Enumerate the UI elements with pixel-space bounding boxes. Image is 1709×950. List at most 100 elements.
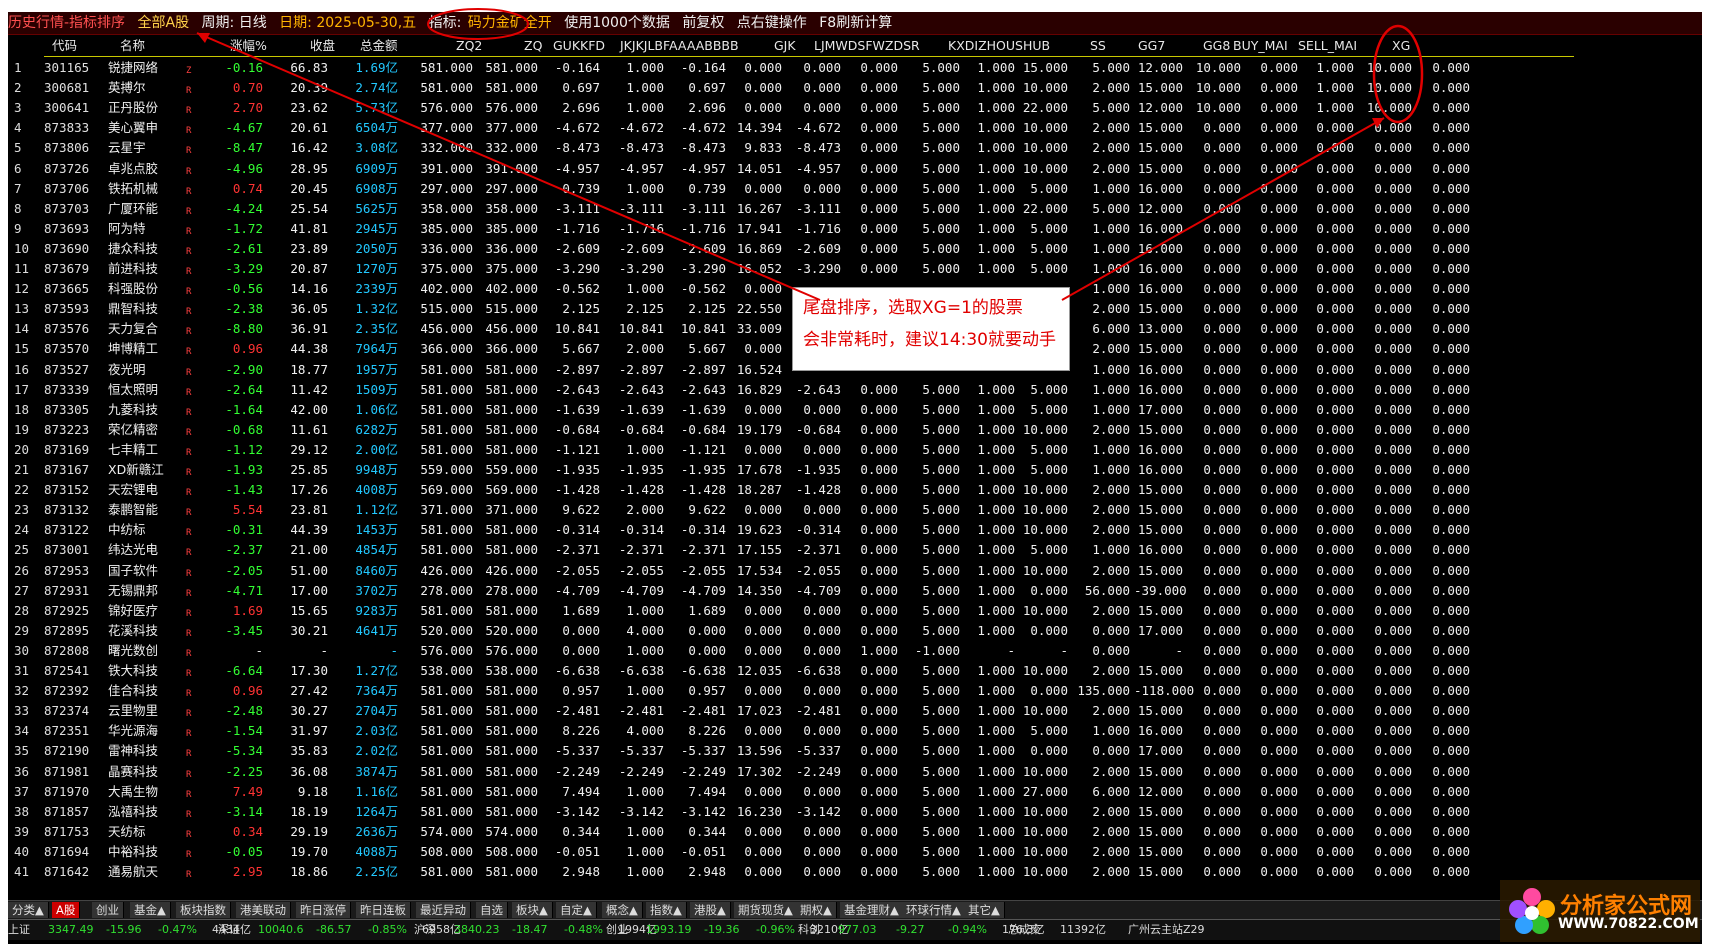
indicator-value: 2.000 <box>1092 120 1130 136</box>
indicator-value <box>1476 561 1528 581</box>
table-row[interactable]: 30 872808 曙光数创 R - - -576.000 576.000 0.000 1.000… <box>8 641 1568 661</box>
market-tab[interactable]: 昨日连板 <box>356 902 411 918</box>
table-row[interactable]: 32 872392 佳合科技 R 0.96 27.42 7364万 581.000 581.00… <box>8 681 1568 701</box>
table-row[interactable]: 33 872374 云里物里 R -2.48 30.27 2704万 581.000 581.0… <box>8 701 1568 721</box>
column-header[interactable]: 名称 <box>120 36 145 56</box>
column-header[interactable]: GG7 <box>1138 36 1165 56</box>
row-index: 3 <box>14 100 22 116</box>
market-tab[interactable]: 期权▲ <box>796 902 837 918</box>
table-row[interactable]: 35 872190 雷神科技 R -5.34 35.83 2.02亿 581.000 581.0… <box>8 741 1568 761</box>
column-header[interactable]: SS <box>1090 36 1106 56</box>
table-row[interactable]: 9 873693 阿为特 R -1.72 41.81 2945万 385.000 385.000… <box>8 219 1568 239</box>
table-row[interactable]: 31 872541 铁大科技 R -6.64 17.30 1.27亿 538.000 538.0… <box>8 661 1568 681</box>
table-row[interactable]: 34 872351 华光源海 R -1.54 31.97 2.03亿 581.000 581.0… <box>8 721 1568 741</box>
market-tab[interactable]: 其它▲ <box>964 902 1005 918</box>
table-row[interactable]: 1 301165 锐捷网络 Z -0.16 66.83 1.69亿 581.000 581.00… <box>8 58 1568 78</box>
market-tab[interactable]: 基金▲ <box>130 902 171 918</box>
column-header[interactable]: GUKKFD <box>553 36 605 56</box>
table-row[interactable]: 11 873679 前进科技 R -3.29 20.87 1270万 375.000 375.0… <box>8 259 1568 279</box>
indicator-value: 0.000 <box>1432 562 1470 578</box>
market-tab[interactable]: 分类▲ <box>8 902 49 918</box>
market-tab[interactable]: 板块▲ <box>512 902 553 918</box>
table-row[interactable]: 14 873576 天力复合 R -8.80 36.91 2.35亿 456.000 456.0… <box>8 319 1568 339</box>
market-tab[interactable]: 创业 <box>92 902 124 918</box>
table-row[interactable]: 20 873169 七丰精工 R -1.12 29.12 2.00亿 581.000 581.0… <box>8 440 1568 460</box>
table-row[interactable]: 8 873703 广厦环能 R -4.24 25.54 5625万 358.000 358.00… <box>8 199 1568 219</box>
column-header[interactable]: GJK <box>774 36 796 56</box>
table-row[interactable]: 29 872895 花溪科技 R -3.45 30.21 4641万 520.000 520.0… <box>8 621 1568 641</box>
indicator-value: 0.000 <box>1260 140 1298 156</box>
column-header[interactable]: GG8 <box>1203 36 1230 56</box>
stock-name: 九菱科技 <box>108 401 159 417</box>
table-row[interactable]: 18 873305 九菱科技 R -1.64 42.00 1.06亿 581.000 581.0… <box>8 400 1568 420</box>
market-tab[interactable]: 港股▲ <box>690 902 731 918</box>
market-tab[interactable]: 港美联动 <box>236 902 291 918</box>
table-row[interactable]: 10 873690 捷众科技 R -2.61 23.89 2050万 336.000 336.0… <box>8 239 1568 259</box>
table-row[interactable]: 27 872931 无锡鼎邦 R -4.71 17.00 3702万 278.000 278.0… <box>8 581 1568 601</box>
market-tab[interactable]: 昨日涨停 <box>296 902 351 918</box>
column-header[interactable]: 总金额 <box>360 36 398 56</box>
column-header[interactable]: ZQ2 <box>456 36 482 56</box>
table-row[interactable]: 25 873001 纬达光电 R -2.37 21.00 4854万 581.000 581.0… <box>8 540 1568 560</box>
market-tab[interactable]: 期货现货▲ <box>734 902 798 918</box>
total-amount: 6909万 <box>355 160 398 176</box>
table-row[interactable]: 24 873122 中纺标 R -0.31 44.39 1453万 581.000 581.00… <box>8 520 1568 540</box>
table-row[interactable]: 7 873706 铁拓机械 R 0.74 20.45 6908万 297.000 297.000… <box>8 179 1568 199</box>
column-header[interactable]: BUY_MAI <box>1233 36 1288 56</box>
total-amount: 9283万 <box>355 602 398 618</box>
table-row[interactable]: 16 873527 夜光明 R -2.90 18.77 1957万 581.000 581.00… <box>8 360 1568 380</box>
market-tab[interactable]: 自定▲ <box>556 902 597 918</box>
table-row[interactable]: 22 873152 天宏锂电 R -1.43 17.26 4008万 569.000 569.0… <box>8 480 1568 500</box>
column-header[interactable]: ZQ <box>524 36 542 56</box>
adjust-mode[interactable]: 前复权 <box>682 15 724 31</box>
table-row[interactable]: 17 873339 恒太照明 R -2.64 11.42 1509万 581.000 581.0… <box>8 380 1568 400</box>
table-row[interactable]: 36 871981 晶赛科技 R -2.25 36.08 3874万 581.000 581.0… <box>8 762 1568 782</box>
table-row[interactable]: 4 873833 美心翼申 R -4.67 20.61 6504万 377.000 377.00… <box>8 118 1568 138</box>
column-header[interactable]: XG <box>1392 36 1410 56</box>
market-tab[interactable]: 自选 <box>476 902 508 918</box>
table-row[interactable]: 23 873132 泰鹏智能 R 5.54 23.81 1.12亿 371.000 371.00… <box>8 500 1568 520</box>
table-row[interactable]: 2 300681 英搏尔 R 0.70 20.39 2.74亿 581.000 581.000 0… <box>8 78 1568 98</box>
table-row[interactable]: 40 871694 中裕科技 R -0.05 19.70 4088万 508.000 508.0… <box>8 842 1568 862</box>
market-tab[interactable]: 板块指数 <box>176 902 231 918</box>
table-row[interactable]: 12 873665 科强股份 R -0.56 14.16 2339万 402.000 402.0… <box>8 279 1568 299</box>
market-selector[interactable]: 全部A股 <box>138 15 190 31</box>
column-header[interactable]: 涨幅% <box>230 36 267 56</box>
table-row[interactable]: 19 873223 荣亿精密 R -0.68 11.61 6282万 581.000 581.0… <box>8 420 1568 440</box>
column-header[interactable]: 收盘 <box>310 36 335 56</box>
market-tab[interactable]: 概念▲ <box>602 902 643 918</box>
table-row[interactable]: 15 873570 坤博精工 R 0.96 44.38 7964万 366.000 366.00… <box>8 339 1568 359</box>
market-tab[interactable]: 环球行情▲ <box>902 902 966 918</box>
indicator-value: 16.829 <box>736 381 782 397</box>
column-header[interactable]: KXDIZHOUSHUB <box>948 36 1050 56</box>
market-tab[interactable]: 最近异动 <box>416 902 471 918</box>
indicator-value: 0.000 <box>803 401 841 417</box>
indicator-value: 5.000 <box>922 421 960 437</box>
date-label[interactable]: 日期: 2025-05-30,五 <box>279 15 416 31</box>
indicator-value: 0.000 <box>1316 381 1354 397</box>
status-pct: -0.96% <box>756 923 795 936</box>
indicator-value: 2.000 <box>1092 301 1130 317</box>
table-row[interactable]: 38 871857 泓禧科技 R -3.14 18.19 1264万 581.000 581.0… <box>8 802 1568 822</box>
column-header[interactable]: JKJKJLBFAAAABBBB <box>620 36 739 56</box>
table-row[interactable]: 26 872953 国子软件 R -2.05 51.00 8460万 426.000 426.0… <box>8 561 1568 581</box>
close-price: 66.83 <box>290 60 328 75</box>
market-tab[interactable]: 基金理财▲ <box>840 902 904 918</box>
column-header[interactable]: SELL_MAI <box>1298 36 1357 56</box>
table-row[interactable]: 21 873167 XD新赣江 R -1.93 25.85 9948万 559.000 559.… <box>8 460 1568 480</box>
column-header[interactable]: LJMWDSFWZDSR <box>814 36 920 56</box>
table-row[interactable]: 39 871753 天纺标 R 0.34 29.19 2636万 574.000 574.000… <box>8 822 1568 842</box>
market-tab[interactable]: 指数▲ <box>646 902 687 918</box>
table-row[interactable]: 41 871642 通易航天 R 2.95 18.86 2.25亿 581.000 581.00… <box>8 862 1568 882</box>
market-tab[interactable]: A股 <box>52 902 81 918</box>
table-row[interactable]: 6 873726 卓兆点胶 R -4.96 28.95 6909万 391.000 391.00… <box>8 159 1568 179</box>
table-row[interactable]: 5 873806 云星宇 R -8.47 16.42 3.08亿 332.000 332.000… <box>8 138 1568 158</box>
table-row[interactable]: 13 873593 鼎智科技 R -2.38 36.05 1.32亿 515.000 515.0… <box>8 299 1568 319</box>
table-row[interactable]: 3 300641 正丹股份 R 2.70 23.62 5.73亿 576.000 576.000… <box>8 98 1568 118</box>
period-label[interactable]: 周期: 日线 <box>202 15 267 31</box>
status-server[interactable]: 广州云主站Z29 <box>1128 920 1205 940</box>
column-header[interactable]: 代码 <box>52 36 77 56</box>
table-row[interactable]: 28 872925 锦好医疗 R 1.69 15.65 9283万 581.000 581.00… <box>8 601 1568 621</box>
table-row[interactable]: 37 871970 大禹生物 R 7.49 9.18 1.16亿 581.000 581.000… <box>8 782 1568 802</box>
indicator-name[interactable]: 码力金矿全开 <box>468 15 552 31</box>
